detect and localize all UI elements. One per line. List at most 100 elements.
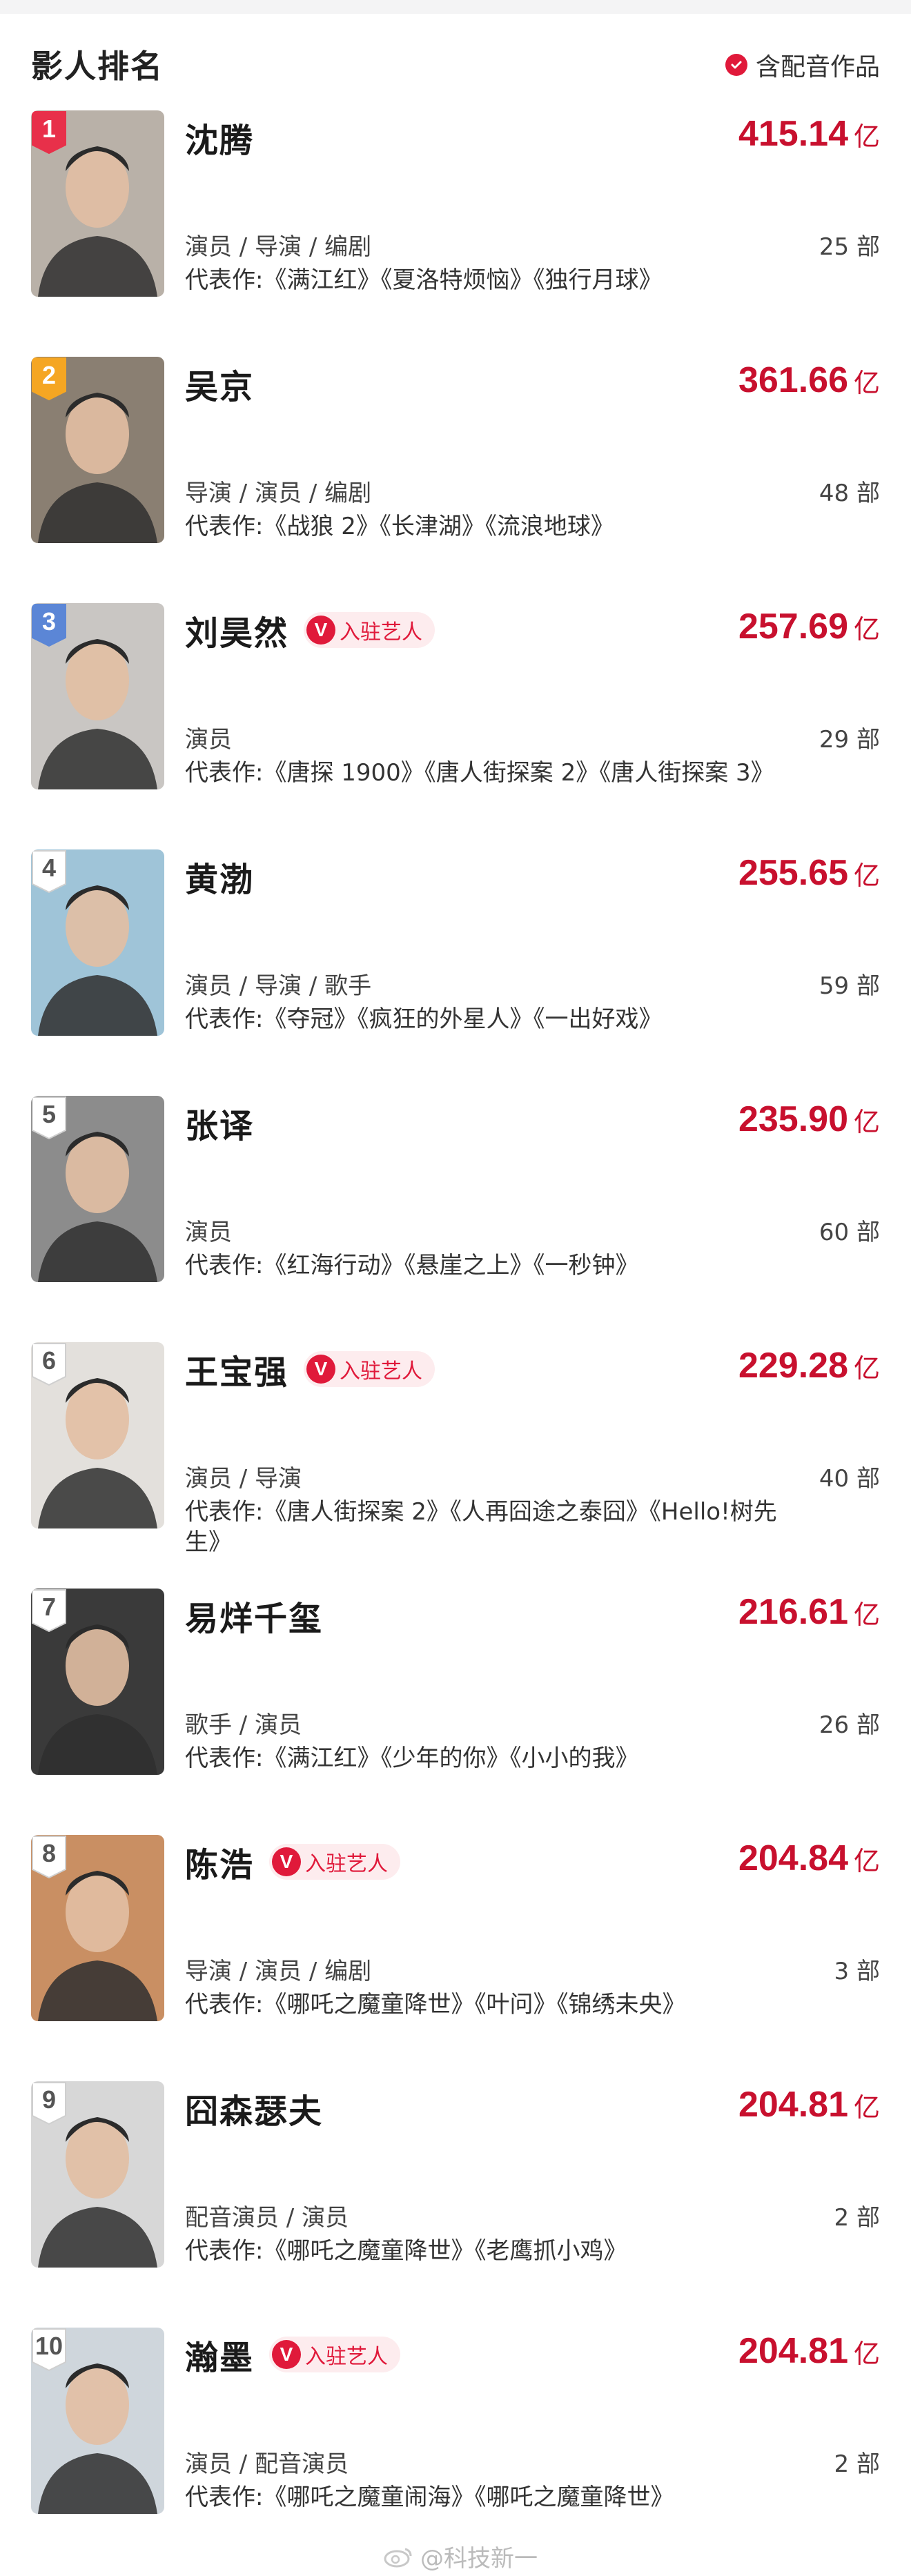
- rank-badge: 2: [31, 357, 67, 401]
- ranking-row[interactable]: 2 吴京 361.66 亿 导演 / 演员 / 编剧 48 部 代表作:《战狼 …: [0, 357, 911, 605]
- works-count: 2 部: [834, 2204, 880, 2232]
- box-office: 229.28 亿: [738, 1345, 880, 1386]
- avatar-photo[interactable]: 3: [31, 603, 164, 789]
- person-name[interactable]: 瀚墨: [185, 2330, 254, 2379]
- roles: 导演 / 演员 / 编剧: [185, 480, 372, 507]
- person-name[interactable]: 陈浩: [185, 1838, 254, 1886]
- box-office: 255.65 亿: [738, 852, 880, 894]
- representative-works: 代表作:《哪吒之魔童降世》《老鹰抓小鸡》: [185, 2237, 627, 2265]
- person-name[interactable]: 刘昊然: [185, 606, 288, 654]
- v-verified-icon: V: [272, 1847, 302, 1876]
- name-line: 瀚墨 V 入驻艺人: [185, 2330, 401, 2379]
- person-name[interactable]: 张译: [185, 1099, 254, 1147]
- rank-badge: 5: [31, 1096, 67, 1140]
- box-office-unit: 亿: [853, 1353, 880, 1384]
- roles: 演员: [185, 726, 232, 754]
- person-name[interactable]: 黄渤: [185, 852, 254, 901]
- representative-works: 代表作:《红海行动》《悬崖之上》《一秒钟》: [185, 1252, 639, 1279]
- box-office-unit: 亿: [853, 861, 880, 891]
- box-office-value: 257.69: [738, 607, 848, 647]
- ranking-row[interactable]: 3 刘昊然 V 入驻艺人 257.69 亿 演员 29 部 代表作:《唐探 19…: [0, 603, 911, 852]
- ranking-row[interactable]: 10 瀚墨 V 入驻艺人 204.81 亿 演员 / 配音演员 2 部 代表作:…: [0, 2328, 911, 2576]
- ranking-row[interactable]: 5 张译 235.90 亿 演员 60 部 代表作:《红海行动》《悬崖之上》《一…: [0, 1096, 911, 1344]
- works-count: 40 部: [819, 1465, 880, 1493]
- roles: 配音演员 / 演员: [185, 2204, 349, 2232]
- box-office: 235.90 亿: [738, 1099, 880, 1140]
- box-office: 204.81 亿: [738, 2084, 880, 2125]
- ranking-row[interactable]: 8 陈浩 V 入驻艺人 204.84 亿 导演 / 演员 / 编剧 3 部 代表…: [0, 1835, 911, 2083]
- verified-artist-badge[interactable]: V 入驻艺人: [269, 2337, 401, 2372]
- person-name[interactable]: 易烊千玺: [185, 1591, 323, 1640]
- avatar-photo[interactable]: 10: [31, 2328, 164, 2514]
- person-name[interactable]: 王宝强: [185, 1345, 288, 1393]
- rank-number: 3: [41, 607, 57, 636]
- box-office-value: 204.84: [738, 1838, 848, 1878]
- rank-badge: 1: [31, 110, 67, 155]
- name-line: 张译: [185, 1099, 254, 1147]
- avatar-photo[interactable]: 6: [31, 1342, 164, 1528]
- name-line: 吴京: [185, 360, 254, 408]
- verified-artist-badge[interactable]: V 入驻艺人: [304, 612, 435, 648]
- works-count: 26 部: [819, 1711, 880, 1739]
- box-office-value: 361.66: [738, 360, 848, 400]
- avatar-photo[interactable]: 9: [31, 2081, 164, 2268]
- box-office-unit: 亿: [853, 2339, 880, 2369]
- representative-works: 代表作:《夺冠》《疯狂的外星人》《一出好戏》: [185, 1005, 663, 1033]
- verified-artist-badge[interactable]: V 入驻艺人: [269, 1844, 401, 1880]
- person-name[interactable]: 囧森瑟夫: [185, 2084, 323, 2132]
- ranking-row[interactable]: 4 黄渤 255.65 亿 演员 / 导演 / 歌手 59 部 代表作:《夺冠》…: [0, 849, 911, 1098]
- roles: 演员 / 导演 / 歌手: [185, 972, 372, 1000]
- avatar-photo[interactable]: 8: [31, 1835, 164, 2021]
- avatar-photo[interactable]: 2: [31, 357, 164, 543]
- box-office-value: 255.65: [738, 853, 848, 893]
- rank-number: 8: [41, 1839, 57, 1867]
- rank-number: 4: [41, 854, 57, 882]
- works-count: 59 部: [819, 972, 880, 1000]
- check-icon: [725, 54, 747, 76]
- dubbing-filter-toggle[interactable]: 含配音作品: [725, 47, 880, 83]
- ranking-row[interactable]: 1 沈腾 415.14 亿 演员 / 导演 / 编剧 25 部 代表作:《满江红…: [0, 110, 911, 359]
- rank-badge: 10: [31, 2328, 67, 2372]
- box-office-unit: 亿: [853, 1600, 880, 1630]
- avatar-photo[interactable]: 4: [31, 849, 164, 1036]
- box-office-value: 415.14: [738, 114, 848, 154]
- verified-artist-badge[interactable]: V 入驻艺人: [304, 1351, 435, 1387]
- box-office: 204.84 亿: [738, 1838, 880, 1879]
- watermark: @科技新一: [383, 2539, 538, 2573]
- rank-number: 5: [41, 1100, 57, 1128]
- name-line: 黄渤: [185, 852, 254, 901]
- works-count: 25 部: [819, 233, 880, 261]
- rank-number: 1: [41, 115, 57, 143]
- ranking-row[interactable]: 7 易烊千玺 216.61 亿 歌手 / 演员 26 部 代表作:《满江红》《少…: [0, 1589, 911, 1837]
- representative-works: 代表作:《哪吒之魔童降世》《叶问》《锦绣未央》: [185, 1991, 686, 2018]
- avatar-photo[interactable]: 1: [31, 110, 164, 297]
- box-office-unit: 亿: [853, 1107, 880, 1137]
- rank-badge: 9: [31, 2081, 67, 2125]
- ranking-row[interactable]: 9 囧森瑟夫 204.81 亿 配音演员 / 演员 2 部 代表作:《哪吒之魔童…: [0, 2081, 911, 2330]
- name-line: 沈腾: [185, 113, 254, 161]
- name-line: 易烊千玺: [185, 1591, 323, 1640]
- rank-badge: 6: [31, 1342, 67, 1386]
- rank-badge: 8: [31, 1835, 67, 1879]
- person-name[interactable]: 沈腾: [185, 113, 254, 161]
- verified-label: 入驻艺人: [305, 1852, 389, 1876]
- verified-label: 入驻艺人: [340, 620, 423, 645]
- v-verified-icon: V: [306, 1355, 336, 1384]
- box-office: 257.69 亿: [738, 606, 880, 647]
- filter-label: 含配音作品: [755, 53, 880, 81]
- page-title: 影人排名: [31, 48, 164, 85]
- verified-label: 入驻艺人: [340, 1359, 423, 1384]
- roles: 歌手 / 演员: [185, 1711, 302, 1739]
- rank-badge: 4: [31, 849, 67, 894]
- avatar-photo[interactable]: 7: [31, 1589, 164, 1775]
- v-verified-icon: V: [306, 616, 336, 645]
- avatar-photo[interactable]: 5: [31, 1096, 164, 1282]
- rank-number: 10: [35, 2332, 63, 2360]
- rank-badge: 3: [31, 603, 67, 647]
- box-office-value: 216.61: [738, 1592, 848, 1632]
- representative-works: 代表作:《唐人街探案 2》《人再囧途之泰囧》《Hello!树先生》: [185, 1498, 777, 1556]
- ranking-row[interactable]: 6 王宝强 V 入驻艺人 229.28 亿 演员 / 导演 40 部 代表作:《…: [0, 1342, 911, 1591]
- representative-works: 代表作:《唐探 1900》《唐人街探案 2》《唐人街探案 3》: [185, 759, 774, 787]
- person-name[interactable]: 吴京: [185, 360, 254, 408]
- top-strip: [0, 0, 911, 14]
